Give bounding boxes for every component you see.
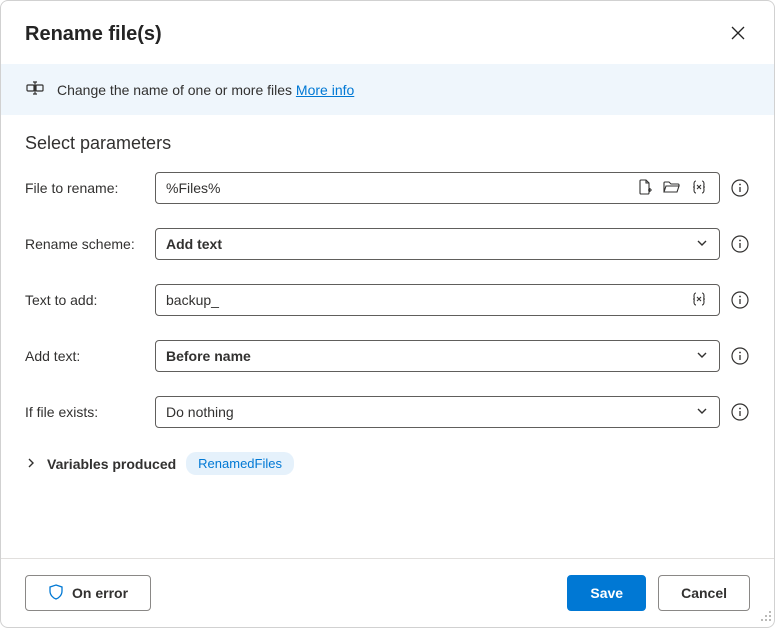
control-file-to-rename bbox=[155, 172, 750, 204]
row-text-to-add: Text to add: bbox=[25, 284, 750, 316]
section-heading: Select parameters bbox=[25, 133, 750, 154]
variables-produced-row: Variables produced RenamedFiles bbox=[25, 452, 750, 475]
label-rename-scheme: Rename scheme: bbox=[25, 236, 145, 252]
rename-scheme-select[interactable]: Add text bbox=[155, 228, 720, 260]
info-icon bbox=[731, 179, 749, 197]
variable-icon bbox=[691, 291, 707, 310]
control-if-file-exists: Do nothing bbox=[155, 396, 750, 428]
chevron-right-icon bbox=[25, 456, 37, 472]
cancel-button[interactable]: Cancel bbox=[658, 575, 750, 611]
info-banner-text: Change the name of one or more files Mor… bbox=[57, 82, 354, 98]
add-text-value: Before name bbox=[166, 348, 251, 364]
info-icon bbox=[731, 235, 749, 253]
if-file-exists-value: Do nothing bbox=[166, 404, 234, 420]
file-picker-button[interactable] bbox=[635, 177, 655, 200]
label-file-to-rename: File to rename: bbox=[25, 180, 145, 196]
variable-icon bbox=[691, 179, 707, 198]
chevron-down-icon bbox=[695, 348, 709, 365]
chevron-down-icon bbox=[695, 404, 709, 421]
file-add-icon bbox=[637, 179, 653, 198]
text-to-add-input[interactable] bbox=[166, 292, 683, 308]
variables-expand-toggle[interactable] bbox=[25, 456, 37, 472]
cancel-label: Cancel bbox=[681, 585, 727, 601]
dialog-content: Select parameters File to rename: bbox=[1, 115, 774, 558]
control-rename-scheme: Add text bbox=[155, 228, 750, 260]
help-add-text[interactable] bbox=[730, 346, 750, 366]
on-error-button[interactable]: On error bbox=[25, 575, 151, 611]
shield-icon bbox=[48, 584, 64, 603]
rename-files-dialog: Rename file(s) Change the name of one or… bbox=[0, 0, 775, 628]
close-button[interactable] bbox=[726, 21, 750, 48]
text-to-add-input-wrap[interactable] bbox=[155, 284, 720, 316]
variable-picker-button-2[interactable] bbox=[689, 289, 709, 312]
save-button[interactable]: Save bbox=[567, 575, 646, 611]
file-to-rename-input[interactable] bbox=[166, 180, 629, 196]
add-text-select[interactable]: Before name bbox=[155, 340, 720, 372]
banner-description: Change the name of one or more files bbox=[57, 82, 296, 98]
save-label: Save bbox=[590, 585, 623, 601]
on-error-label: On error bbox=[72, 585, 128, 601]
help-text-to-add[interactable] bbox=[730, 290, 750, 310]
dialog-footer: On error Save Cancel bbox=[1, 558, 774, 627]
folder-open-icon bbox=[663, 179, 681, 198]
footer-right: Save Cancel bbox=[567, 575, 750, 611]
info-icon bbox=[731, 347, 749, 365]
control-add-text: Before name bbox=[155, 340, 750, 372]
chevron-down-icon bbox=[695, 236, 709, 253]
more-info-link[interactable]: More info bbox=[296, 82, 354, 98]
help-rename-scheme[interactable] bbox=[730, 234, 750, 254]
variable-chip-renamed-files[interactable]: RenamedFiles bbox=[186, 452, 294, 475]
label-add-text: Add text: bbox=[25, 348, 145, 364]
rename-scheme-value: Add text bbox=[166, 236, 222, 252]
rename-action-icon bbox=[25, 78, 45, 101]
row-rename-scheme: Rename scheme: Add text bbox=[25, 228, 750, 260]
control-text-to-add bbox=[155, 284, 750, 316]
label-if-file-exists: If file exists: bbox=[25, 404, 145, 420]
dialog-title: Rename file(s) bbox=[25, 23, 162, 46]
info-icon bbox=[731, 403, 749, 421]
dialog-header: Rename file(s) bbox=[1, 1, 774, 64]
variable-picker-button[interactable] bbox=[689, 177, 709, 200]
close-icon bbox=[730, 25, 746, 44]
info-banner: Change the name of one or more files Mor… bbox=[1, 64, 774, 115]
info-icon bbox=[731, 291, 749, 309]
variables-produced-label: Variables produced bbox=[47, 456, 176, 472]
row-if-file-exists: If file exists: Do nothing bbox=[25, 396, 750, 428]
row-file-to-rename: File to rename: bbox=[25, 172, 750, 204]
help-if-file-exists[interactable] bbox=[730, 402, 750, 422]
footer-left: On error bbox=[25, 575, 151, 611]
label-text-to-add: Text to add: bbox=[25, 292, 145, 308]
folder-picker-button[interactable] bbox=[661, 177, 683, 200]
if-file-exists-select[interactable]: Do nothing bbox=[155, 396, 720, 428]
file-to-rename-input-wrap[interactable] bbox=[155, 172, 720, 204]
help-file-to-rename[interactable] bbox=[730, 178, 750, 198]
row-add-text: Add text: Before name bbox=[25, 340, 750, 372]
